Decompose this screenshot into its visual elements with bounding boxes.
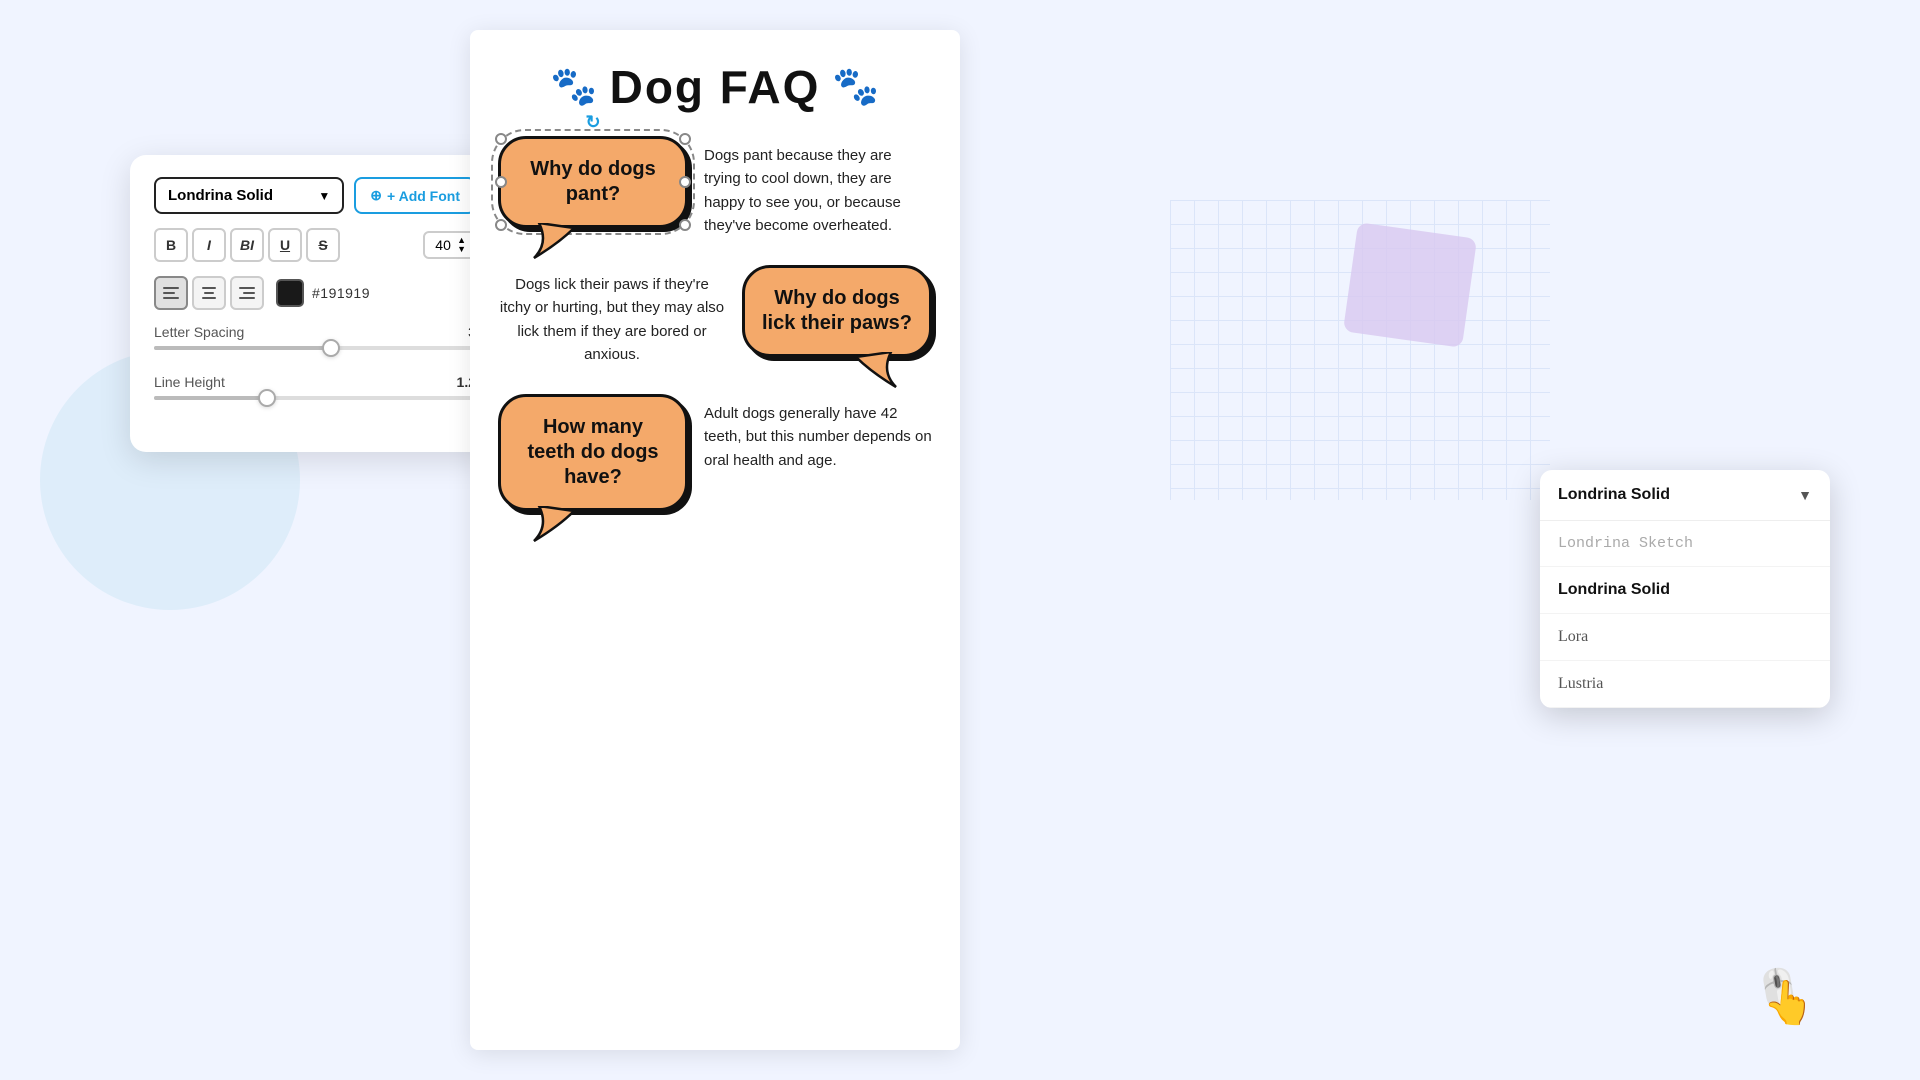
font-option-londrina-sketch[interactable]: Londrina Sketch (1540, 521, 1830, 567)
faq-row-1: ↻ Why do dogs pant? Dogs pant because th… (498, 136, 932, 237)
faq-answer-2: Dogs lick their paws if they're itchy or… (498, 265, 726, 366)
paw-icon-right: 🐾 (832, 65, 879, 109)
letter-spacing-control: Letter Spacing 3 (154, 324, 476, 366)
document-canvas: 🐾 Dog FAQ 🐾 ↻ Why do dogs pant? Dogs pan… (470, 30, 960, 1050)
doc-title[interactable]: Dog FAQ (610, 60, 821, 114)
text-format-panel: Londrina Solid ▼ ⊕ + Add Font B I BI U S… (130, 155, 500, 452)
letter-spacing-label: Letter Spacing (154, 324, 244, 340)
speech-bubble-2[interactable]: Why do dogs lick their paws? (742, 265, 932, 357)
faq-row-2: Why do dogs lick their paws? Dogs lick t… (498, 265, 932, 366)
handle-bl[interactable] (495, 219, 507, 231)
handle-tl[interactable] (495, 133, 507, 145)
line-height-label: Line Height (154, 374, 225, 390)
plus-icon: ⊕ (370, 187, 382, 204)
font-size-value: 40 (433, 237, 453, 253)
color-control[interactable]: #191919 (276, 279, 370, 307)
align-left-icon (159, 282, 183, 304)
font-dropdown-arrow-icon: ▼ (1798, 487, 1812, 503)
align-center-icon (198, 282, 220, 304)
bubble-tail-2 (851, 352, 901, 388)
font-select[interactable]: Londrina Solid ▼ (154, 177, 344, 214)
letter-spacing-fill (154, 346, 331, 350)
pointing-hand-cursor: 👆 (1761, 977, 1817, 1030)
bubble-tail-3 (529, 506, 579, 542)
paw-icon-left: 🐾 (550, 65, 597, 109)
faq-answer-1: Dogs pant because they are trying to coo… (704, 136, 932, 237)
doc-title-row: 🐾 Dog FAQ 🐾 (498, 60, 932, 114)
bold-button[interactable]: B (154, 228, 188, 262)
line-height-fill (154, 396, 267, 400)
italic-button[interactable]: I (192, 228, 226, 262)
rotate-handle[interactable]: ↻ (585, 111, 600, 134)
font-select-arrow-icon: ▼ (318, 189, 330, 203)
font-option-lustria[interactable]: Lustria (1540, 661, 1830, 708)
line-height-control: Line Height 1.2 (154, 374, 476, 416)
faq-row-3: How many teeth do dogs have? Adult dogs … (498, 394, 932, 511)
handle-ml[interactable] (495, 176, 507, 188)
font-dropdown-header[interactable]: Londrina Solid ▼ (1540, 470, 1830, 521)
cursor-hand-icon: 🖱️ (1751, 964, 1805, 1016)
color-swatch[interactable] (276, 279, 304, 307)
bubble-question-3: How many teeth do dogs have? (527, 416, 658, 488)
font-dropdown-panel: Londrina Solid ▼ Londrina Sketch Londrin… (1540, 470, 1830, 708)
add-font-label: + Add Font (387, 188, 460, 204)
font-option-label-sketch: Londrina Sketch (1558, 535, 1693, 552)
handle-br[interactable] (679, 219, 691, 231)
strikethrough-button[interactable]: S (306, 228, 340, 262)
line-height-track[interactable] (154, 396, 476, 400)
bubble-tail-1 (529, 223, 579, 259)
align-right-button[interactable] (230, 276, 264, 310)
font-option-londrina-solid[interactable]: Londrina Solid (1540, 567, 1830, 614)
speech-bubble-3[interactable]: How many teeth do dogs have? (498, 394, 688, 511)
add-font-button[interactable]: ⊕ + Add Font (354, 177, 476, 214)
font-option-label-lustria: Lustria (1558, 675, 1603, 692)
bg-purple-rect-decoration (1343, 222, 1477, 348)
color-hex-value: #191919 (312, 285, 370, 301)
align-right-icon (235, 282, 259, 304)
font-option-lora[interactable]: Lora (1540, 614, 1830, 661)
align-center-button[interactable] (192, 276, 226, 310)
font-select-value: Londrina Solid (168, 187, 273, 204)
font-option-label-solid: Londrina Solid (1558, 581, 1670, 598)
font-size-down-icon[interactable]: ▼ (457, 245, 466, 254)
letter-spacing-track[interactable] (154, 346, 476, 350)
letter-spacing-thumb[interactable] (322, 339, 340, 357)
font-size-arrows[interactable]: ▲ ▼ (457, 236, 466, 254)
handle-tr[interactable] (679, 133, 691, 145)
line-height-thumb[interactable] (258, 389, 276, 407)
font-size-control[interactable]: 40 ▲ ▼ (423, 231, 476, 259)
bold-italic-button[interactable]: BI (230, 228, 264, 262)
format-buttons-row: B I BI U S 40 ▲ ▼ (154, 228, 476, 262)
align-left-button[interactable] (154, 276, 188, 310)
bubble-question-2: Why do dogs lick their paws? (762, 287, 912, 334)
handle-mr[interactable] (679, 176, 691, 188)
font-option-label-lora: Lora (1558, 628, 1588, 645)
font-dropdown-selected-value: Londrina Solid (1558, 486, 1670, 504)
underline-button[interactable]: U (268, 228, 302, 262)
align-color-row: #191919 (154, 276, 476, 310)
speech-bubble-1[interactable]: ↻ Why do dogs pant? (498, 136, 688, 228)
bubble-question-1: Why do dogs pant? (530, 158, 656, 205)
faq-answer-3: Adult dogs generally have 42 teeth, but … (704, 394, 932, 472)
